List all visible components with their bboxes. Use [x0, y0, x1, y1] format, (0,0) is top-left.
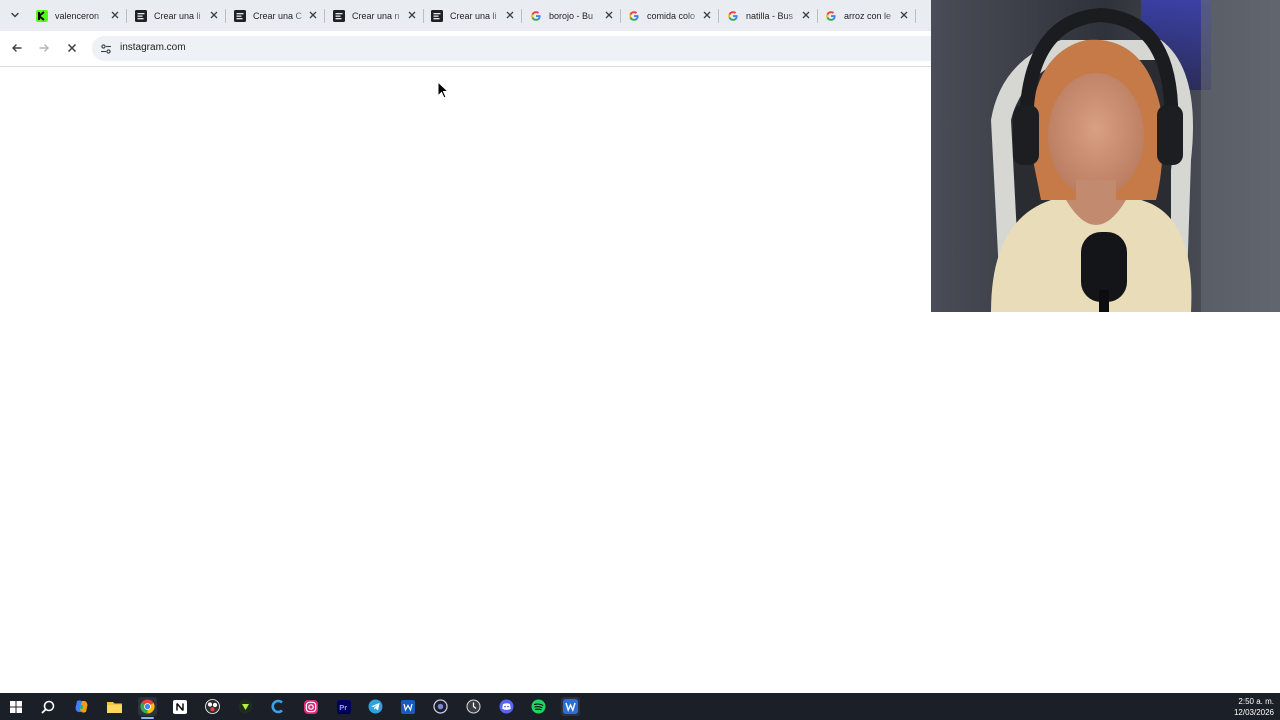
close-icon[interactable] [701, 9, 713, 21]
url-text[interactable]: instagram.com [120, 42, 186, 53]
tab-title: valenceron [55, 10, 100, 21]
word-icon[interactable] [398, 697, 417, 716]
back-button[interactable] [6, 37, 28, 59]
arrow-left-icon [12, 44, 22, 52]
app-icon [234, 9, 246, 22]
tab-borojo[interactable]: borojo - Bu [524, 4, 621, 27]
app-icon[interactable] [431, 697, 450, 716]
telegram-icon[interactable] [366, 697, 385, 716]
app-icon [333, 9, 345, 22]
file-explorer-icon[interactable] [105, 697, 124, 716]
google-icon [727, 10, 739, 22]
close-icon[interactable] [898, 9, 910, 21]
tab-crear-una-3[interactable]: Crear una n [327, 4, 424, 27]
close-icon[interactable] [307, 9, 319, 21]
google-icon [628, 10, 640, 22]
obs-icon[interactable] [203, 697, 222, 716]
tab-title: comida colo [647, 10, 696, 21]
app-icon[interactable] [464, 697, 483, 716]
premiere-icon[interactable]: Pr [334, 697, 353, 716]
google-icon [825, 10, 837, 22]
close-icon [67, 43, 77, 53]
search-icon[interactable] [38, 697, 57, 716]
tab-crear-una-1[interactable]: Crear una li [129, 4, 226, 27]
tab-crear-una-4[interactable]: Crear una li [425, 4, 522, 27]
webcam-feed [931, 0, 1280, 312]
tab-title: borojo - Bu [549, 10, 594, 21]
svg-text:Pr: Pr [339, 703, 347, 712]
ccleaner-icon[interactable] [268, 697, 287, 716]
discord-icon[interactable] [497, 697, 516, 716]
system-clock[interactable]: 2:50 a. m. 12/03/2026 [1234, 696, 1274, 718]
close-icon[interactable] [800, 9, 812, 21]
app-icon [431, 9, 443, 22]
tab-title: Crear una C [253, 10, 303, 21]
close-icon[interactable] [504, 9, 516, 21]
chrome-icon[interactable] [138, 697, 157, 719]
app-icon [135, 9, 147, 22]
tab-comida-colombiana[interactable]: comida colo [622, 4, 719, 27]
chevron-down-icon [11, 12, 19, 18]
windows-start-icon[interactable] [6, 697, 25, 716]
close-icon[interactable] [109, 9, 121, 21]
kick-icon [36, 9, 48, 22]
webcam-overlay [931, 0, 1280, 312]
tab-title: Crear una li [154, 10, 201, 21]
spotify-icon[interactable] [529, 697, 548, 716]
arrow-right-icon [39, 44, 49, 52]
tab-arroz-con-leche[interactable]: arroz con le [819, 4, 916, 27]
instagram-icon[interactable] [301, 697, 320, 716]
tab-title: natilla - Bus [746, 10, 794, 21]
clock-date: 12/03/2026 [1233, 708, 1274, 717]
close-icon[interactable] [208, 9, 220, 21]
taskbar: Pr 2:50 a. m. 12/03/2026 [0, 693, 1280, 720]
notion-icon[interactable] [170, 697, 189, 716]
tab-natilla[interactable]: natilla - Bus [721, 4, 818, 27]
stop-loading-button[interactable] [61, 37, 83, 59]
tab-crear-una-2[interactable]: Crear una C [228, 4, 325, 27]
tab-title: Crear una n [352, 10, 400, 21]
site-settings-icon[interactable] [98, 41, 114, 57]
google-icon [530, 10, 542, 22]
mouse-cursor-icon [437, 81, 449, 99]
tab-title: Crear una li [450, 10, 497, 21]
app-icon[interactable] [561, 697, 580, 716]
tab-search-dropdown[interactable] [4, 4, 26, 26]
clock-time: 2:50 a. m. [1238, 697, 1274, 706]
forward-button[interactable] [33, 37, 55, 59]
tab-title: arroz con le [844, 10, 892, 21]
address-bar[interactable]: instagram.com [92, 36, 972, 61]
close-icon[interactable] [603, 9, 615, 21]
close-icon[interactable] [406, 9, 418, 21]
tab-valenceron[interactable]: valenceron [30, 4, 127, 27]
copilot-icon[interactable] [72, 697, 91, 716]
valorant-icon[interactable] [236, 697, 255, 716]
